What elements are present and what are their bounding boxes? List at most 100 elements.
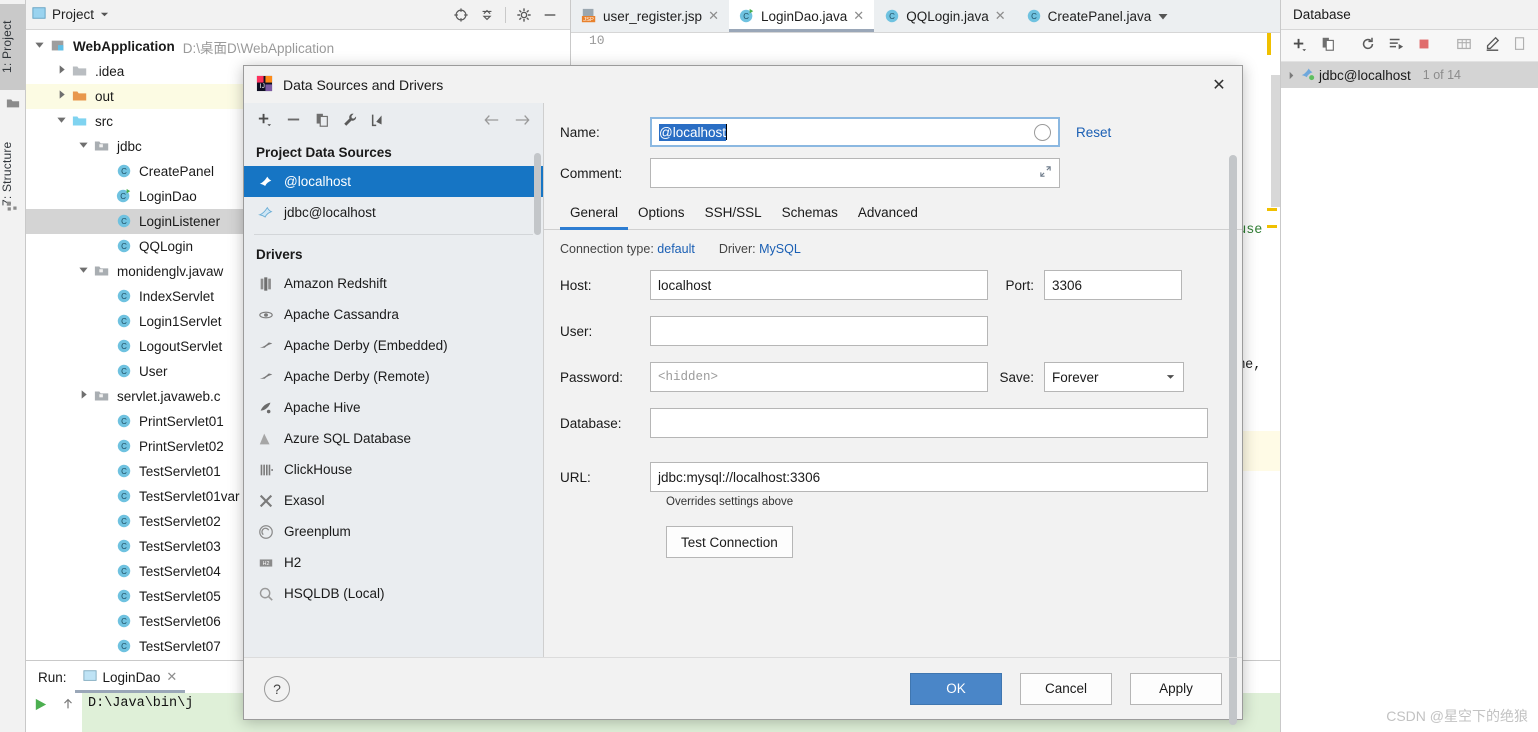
chevron-down-icon[interactable] [100,7,109,22]
svg-text:C: C [121,242,127,251]
table-icon[interactable] [1456,36,1472,55]
collapse-all-icon[interactable] [479,7,495,23]
editor-tab[interactable]: C LoginDao.java ✕ [728,0,875,32]
driver-item[interactable]: Greenplum [244,516,543,547]
edit-icon[interactable] [1484,36,1500,55]
driver-item[interactable]: ClickHouse [244,454,543,485]
data-source-item-label: @localhost [284,174,351,189]
driver-item[interactable]: Amazon Redshift [244,268,543,299]
detail-tab[interactable]: SSH/SSL [695,199,772,229]
database-item-label: jdbc@localhost [1319,67,1411,83]
driver-item[interactable]: HSQLDB (Local) [244,578,543,609]
wrench-icon[interactable] [342,112,358,131]
comment-input[interactable] [650,158,1060,188]
save-dropdown[interactable]: Forever [1044,362,1184,392]
driver-item[interactable]: Apache Derby (Remote) [244,361,543,392]
tree-node-label: LoginListener [139,214,221,229]
detail-tabs[interactable]: General Options SSH/SSL Schemas Advanced [544,199,1242,230]
arrow-right-icon[interactable] [513,112,531,131]
chevron-down-icon[interactable] [1157,10,1169,22]
gear-icon[interactable] [516,7,532,23]
driver-item[interactable]: Apache Cassandra [244,299,543,330]
save-label: Save: [999,369,1034,385]
data-sources-dialog: IJ Data Sources and Drivers ✕ Project Da… [243,65,1243,725]
more-icon[interactable] [1512,36,1528,55]
locate-target-icon[interactable] [453,7,469,23]
reset-link[interactable]: Reset [1076,125,1111,140]
chevron-right-icon[interactable] [56,64,72,80]
editor-tab[interactable]: JSP user_register.jsp ✕ [571,0,729,32]
driver-item[interactable]: Apache Hive [244,392,543,423]
remove-icon[interactable] [285,111,302,131]
duplicate-icon[interactable] [314,112,330,131]
url-input[interactable]: jdbc:mysql://localhost:3306 [650,462,1208,492]
port-input[interactable]: 3306 [1044,270,1182,300]
run-tab-logindao[interactable]: LoginDao ✕ [74,661,186,693]
close-icon[interactable]: ✕ [708,8,719,24]
close-icon[interactable]: ✕ [166,669,177,685]
help-button[interactable]: ? [264,675,290,702]
driver-item-label: Exasol [284,493,325,508]
host-input[interactable]: localhost [650,270,988,300]
data-source-item[interactable]: @localhost [244,166,543,197]
ok-button[interactable]: OK [910,672,1002,705]
close-icon[interactable]: ✕ [853,8,864,24]
svg-text:C: C [121,467,127,476]
hsqldb-icon [258,586,274,602]
editor-marker-warning-3 [1267,225,1277,228]
chevron-right-icon[interactable] [56,89,72,105]
tree-node-label: TestServlet06 [139,614,221,629]
driver-item[interactable]: H2 H2 [244,547,543,578]
tree-node[interactable]: WebApplication D:\桌面D\WebApplication [26,34,570,59]
driver-item[interactable]: Azure SQL Database [244,423,543,454]
database-input[interactable] [650,408,1208,438]
chevron-down-icon[interactable] [78,264,94,280]
apply-button[interactable]: Apply [1130,672,1222,705]
expand-icon[interactable] [1039,165,1052,181]
chevron-right-icon[interactable] [1287,68,1296,83]
data-source-item[interactable]: jdbc@localhost [244,197,543,228]
detail-tab[interactable]: Options [628,199,695,229]
password-input[interactable]: <hidden> [650,362,988,392]
detail-pane-scrollbar[interactable] [1229,155,1237,725]
import-icon[interactable] [370,112,386,131]
chevron-down-icon[interactable] [56,114,72,130]
rerun-button[interactable] [26,693,54,732]
driver-item-label: Apache Derby (Embedded) [284,338,448,353]
editor-scrollbar[interactable] [1271,75,1280,207]
name-input[interactable]: @localhost [650,117,1060,147]
close-icon[interactable]: ✕ [1196,66,1242,103]
chevron-right-icon[interactable] [78,389,94,405]
detail-tab[interactable]: Schemas [772,199,848,229]
editor-tab[interactable]: C QQLogin.java ✕ [874,0,1015,32]
stop-icon[interactable] [1416,36,1432,55]
user-input[interactable] [650,316,988,346]
database-item-row[interactable]: jdbc@localhost 1 of 14 [1281,62,1538,88]
detail-tab[interactable]: Advanced [848,199,928,229]
add-icon[interactable] [1291,36,1308,56]
drivers-items[interactable]: Amazon Redshift Apache Cassandra Apache De… [244,268,543,609]
chevron-down-icon[interactable] [78,139,94,155]
test-connection-button[interactable]: Test Connection [666,526,793,558]
copy-icon[interactable] [1320,36,1336,55]
arrow-left-icon[interactable] [483,112,501,131]
editor-tab[interactable]: C CreatePanel.java [1016,0,1180,32]
close-icon[interactable]: ✕ [995,8,1006,24]
run-sql-icon[interactable] [1388,36,1404,55]
refresh-icon[interactable] [1360,36,1376,55]
driver-value[interactable]: MySQL [759,242,801,256]
tool-tab-project[interactable]: 1: Project [0,4,26,90]
detail-tab[interactable]: General [560,199,629,230]
data-sources-items[interactable]: @localhost jdbc@localhost [244,166,543,228]
chevron-down-icon[interactable] [34,39,50,55]
driver-item[interactable]: Exasol [244,485,543,516]
scroll-up-button[interactable] [54,693,82,732]
hide-panel-icon[interactable] [542,7,558,23]
add-icon[interactable] [256,111,273,131]
mysql-icon [1300,66,1315,84]
driver-item[interactable]: Apache Derby (Embedded) [244,330,543,361]
list-scrollbar[interactable] [534,153,541,235]
connection-type-value[interactable]: default [657,242,695,256]
cancel-button[interactable]: Cancel [1020,672,1112,705]
